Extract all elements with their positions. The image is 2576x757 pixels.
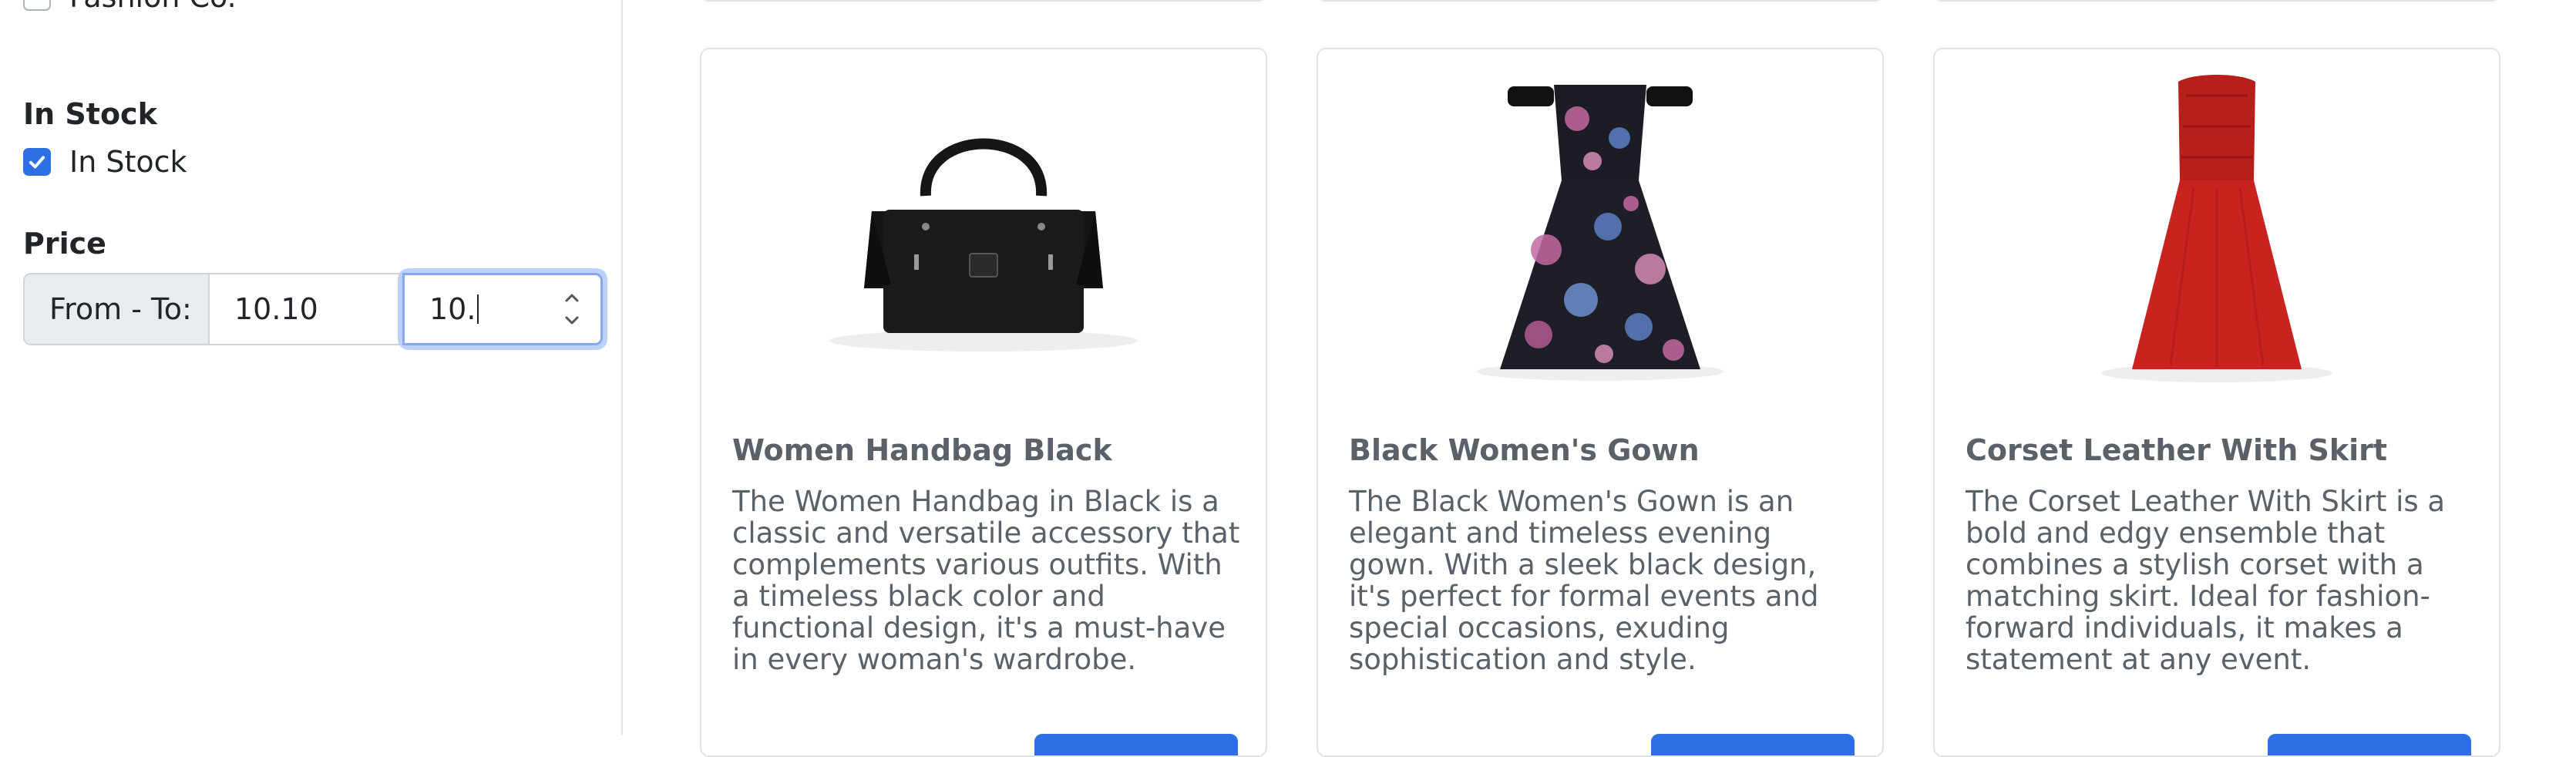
card-stub — [1933, 0, 2500, 2]
add-to-cart-button[interactable] — [1651, 734, 1855, 755]
price-to-field[interactable]: 10. — [398, 268, 607, 350]
brand-checkbox-label: Fashion Co. — [69, 0, 237, 14]
price-range-prefix: From - To: — [23, 273, 208, 345]
product-description: The Corset Leather With Skirt is a bold … — [1966, 485, 2446, 676]
price-to-value: 10. — [429, 292, 476, 326]
brand-filter-fashion-co[interactable]: Fashion Co. — [23, 0, 237, 14]
price-range-group: From - To: 10.10 10. — [23, 268, 607, 350]
product-title[interactable]: Black Women's Gown — [1349, 433, 1700, 467]
add-to-cart-button[interactable] — [1034, 734, 1238, 755]
in-stock-checkbox-label: In Stock — [69, 145, 187, 179]
add-to-cart-button[interactable] — [2268, 734, 2471, 755]
product-card[interactable]: Black Women's Gown The Black Women's Gow… — [1317, 48, 1884, 757]
card-stub — [700, 0, 1267, 2]
product-card[interactable]: Women Handbag Black The Women Handbag in… — [700, 48, 1267, 757]
product-title[interactable]: Women Handbag Black — [732, 433, 1112, 467]
in-stock-filter[interactable]: In Stock — [23, 145, 187, 179]
product-description: The Black Women's Gown is an elegant and… — [1349, 485, 1819, 676]
in-stock-heading: In Stock — [23, 97, 157, 131]
card-stub — [1317, 0, 1884, 2]
price-from-input[interactable]: 10.10 — [208, 273, 402, 345]
brand-checkbox[interactable] — [23, 0, 51, 11]
filter-sidebar: Fashion Co. In Stock In Stock Price From… — [0, 0, 623, 735]
gown-image[interactable] — [1318, 65, 1882, 389]
checkmark-icon — [29, 156, 45, 169]
text-caret — [477, 294, 479, 324]
red-dress-image[interactable] — [1935, 65, 2499, 389]
number-spinner-icon[interactable] — [563, 288, 581, 330]
price-heading: Price — [23, 227, 106, 261]
product-description: The Women Handbag in Black is a classic … — [732, 485, 1240, 676]
product-card[interactable]: Corset Leather With Skirt The Corset Lea… — [1933, 48, 2500, 757]
handbag-image[interactable] — [701, 65, 1266, 389]
in-stock-checkbox[interactable] — [23, 148, 51, 176]
product-title[interactable]: Corset Leather With Skirt — [1966, 433, 2387, 467]
